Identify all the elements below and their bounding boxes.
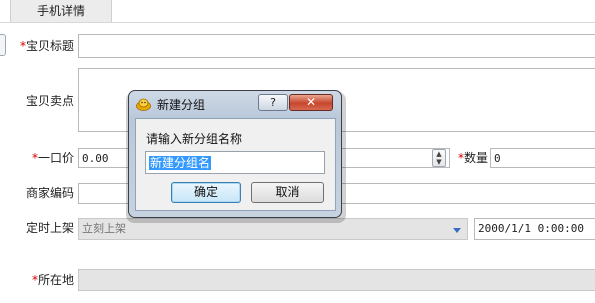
- scheduled-datetime-input[interactable]: 2000/1/1 0:00:00: [474, 218, 595, 240]
- group-name-selected-text: 新建分组名: [149, 156, 212, 170]
- location-label: *所在地: [14, 268, 74, 292]
- close-icon: ✕: [305, 95, 317, 109]
- price-label: *一口价: [14, 146, 74, 170]
- scheduled-listing-label: 定时上架: [14, 216, 74, 240]
- quantity-label-text: 数量: [463, 151, 488, 165]
- title-label-text: 宝贝标题: [25, 39, 74, 53]
- quantity-label: *数量: [448, 146, 488, 170]
- spin-up-down-icon[interactable]: ▲ ▼: [432, 149, 446, 167]
- location-select[interactable]: [78, 269, 595, 291]
- scheduled-datetime-value: 2000/1/1 0:00:00: [478, 222, 584, 235]
- quantity-value: 0: [494, 152, 501, 165]
- close-button[interactable]: ✕: [289, 94, 333, 111]
- price-value: 0.00: [82, 152, 109, 165]
- group-name-input[interactable]: 新建分组名: [145, 151, 325, 174]
- cancel-button[interactable]: 取消: [251, 182, 324, 203]
- tab-label: 手机详情: [36, 4, 85, 18]
- help-button[interactable]: ?: [258, 94, 288, 111]
- merchant-code-label: 商家编码: [14, 181, 74, 205]
- ok-button[interactable]: 确定: [171, 182, 241, 203]
- price-label-text: 一口价: [37, 151, 74, 165]
- help-icon: ?: [270, 96, 276, 109]
- merchant-code-label-text: 商家编码: [25, 186, 74, 200]
- scheduled-option: 立刻上架: [82, 222, 126, 235]
- location-label-text: 所在地: [37, 273, 74, 287]
- yellow-smiley-icon: [136, 98, 151, 111]
- ok-button-label: 确定: [193, 185, 218, 199]
- scheduled-listing-label-text: 定时上架: [25, 221, 74, 235]
- selling-points-label: 宝贝卖点: [14, 89, 74, 113]
- selling-points-label-text: 宝贝卖点: [25, 94, 74, 108]
- tab-phone-details[interactable]: 手机详情: [10, 0, 112, 22]
- title-input[interactable]: [78, 34, 595, 58]
- title-label: *宝贝标题: [14, 34, 74, 58]
- cancel-button-label: 取消: [275, 185, 300, 199]
- chevron-down-icon[interactable]: [453, 228, 461, 233]
- quantity-input[interactable]: 0: [490, 148, 595, 168]
- left-scroll-handle[interactable]: [0, 34, 6, 56]
- dialog-title: 新建分组: [157, 98, 206, 112]
- dialog-prompt: 请输入新分组名称: [146, 132, 243, 146]
